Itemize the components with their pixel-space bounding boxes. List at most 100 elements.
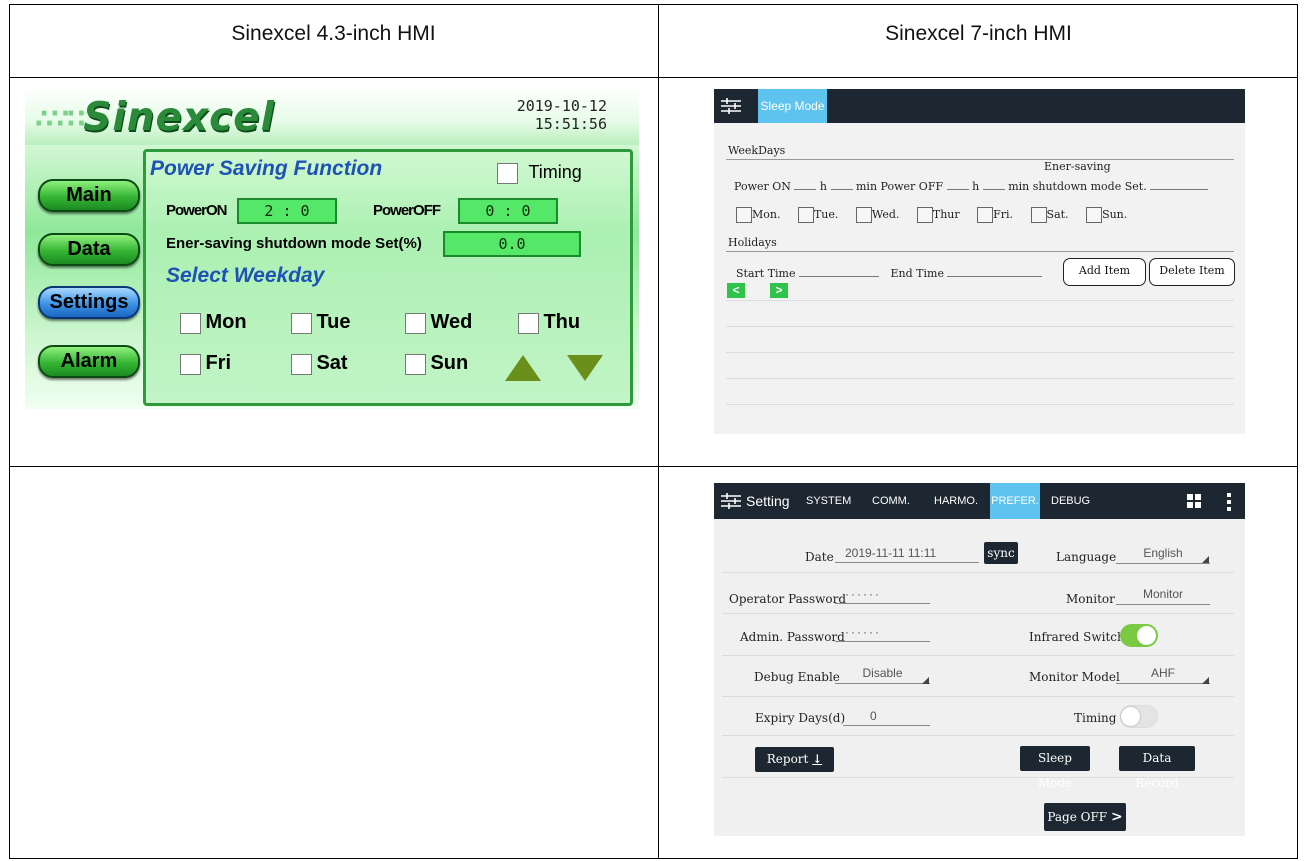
list-row-divider [726,300,1234,301]
start-time-input[interactable] [799,266,879,277]
day-checkbox[interactable] [1086,207,1103,223]
holiday-time-row: Start Time End Time [736,266,1043,280]
settings-sliders-icon[interactable] [720,491,742,511]
tab-debug[interactable]: DEBUG [1051,495,1090,507]
table-row-divider [9,466,1298,467]
debug-enable-dropdown[interactable]: Disable [835,664,930,684]
timing-checkbox[interactable] [497,163,518,185]
monitor-model-dropdown[interactable]: AHF [1116,664,1210,684]
day-checkbox[interactable] [405,354,426,376]
power-off-label: Power OFF [880,180,944,193]
day-fri[interactable]: Fri [180,352,231,376]
nav-alarm-button[interactable]: Alarm [38,345,140,378]
power-off-hour-input[interactable] [946,179,969,190]
hour-unit: h [819,180,827,193]
day-checkbox[interactable] [855,207,872,223]
day-checkbox[interactable] [291,354,312,376]
operator-password-label: Operator Password [729,592,847,606]
timing-toggle[interactable] [1120,705,1158,728]
day-sat[interactable]: Sat [291,352,348,376]
day-checkbox[interactable] [180,313,201,335]
day-checkbox[interactable] [180,354,201,376]
scroll-down-icon[interactable] [567,355,603,381]
add-item-button[interactable]: Add Item [1063,258,1146,286]
tab-system[interactable]: SYSTEM [806,495,851,507]
data-record-button[interactable]: Data Record [1119,746,1195,790]
settings-sliders-icon[interactable] [720,96,742,116]
timing-checkbox-wrap[interactable]: Timing [497,162,582,185]
grid-icon[interactable] [1187,494,1201,508]
expiry-days-input[interactable]: 0 [843,707,930,726]
holidays-divider [726,251,1234,252]
day-checkbox[interactable] [916,207,933,223]
day-thu[interactable]: Thu [518,311,580,335]
power-on-min-input[interactable] [830,179,853,190]
weekdays-label: WeekDays [728,144,786,157]
sleep-weekday-checkboxes: Mon. Tue. Wed. Thur Fri. Sat. Sun. [736,207,1127,223]
day-checkbox[interactable] [291,313,312,335]
report-button[interactable]: Report ↓ [755,747,834,772]
day-checkbox[interactable] [797,207,814,223]
tab-comm[interactable]: COMM. [872,495,910,507]
infrared-switch-toggle[interactable] [1120,624,1158,647]
more-vertical-icon[interactable] [1226,492,1232,512]
table-column-divider [658,4,659,859]
day-label: Sat [316,352,348,374]
list-row-divider [726,378,1234,379]
timing-label: Timing [1074,711,1117,725]
power-on-input[interactable]: 2 : 0 [237,198,337,224]
day-tue[interactable]: Tue [291,311,351,335]
day-checkbox[interactable] [518,313,539,335]
day-mon[interactable]: Mon [180,311,247,335]
dropdown-arrow-icon [1202,677,1209,684]
prev-page-button[interactable]: < [727,283,745,298]
day-label: Thur [932,208,960,221]
admin-password-input[interactable]: ······ [835,623,930,642]
delete-item-button[interactable]: Delete Item [1149,258,1235,286]
power-on-hour-input[interactable] [794,179,817,190]
weekdays-divider [726,159,1234,160]
shutdown-mode-label: Ener-saving shutdown mode Set(%) [166,235,422,252]
column-header-7-inch: Sinexcel 7-inch HMI [885,22,1072,45]
nav-data-button[interactable]: Data [38,233,140,266]
scroll-up-icon[interactable] [505,355,541,381]
operator-password-input[interactable]: ······ [835,585,930,604]
day-wed[interactable]: Wed [405,311,472,335]
hmi-4-3-screen: ∴∵∷Sinexcel 2019-10-12 15:51:56 Main Dat… [25,87,639,409]
monitor-model-label: Monitor Model [1029,670,1120,684]
day-checkbox[interactable] [405,313,426,335]
power-off-label: PowerOFF [373,202,441,219]
infrared-switch-label: Infrared Switch [1029,630,1125,644]
day-sun[interactable]: Sun [405,352,468,376]
row-divider [722,735,1234,736]
day-checkbox[interactable] [736,207,752,223]
hmi-time: 15:51:56 [534,115,607,133]
power-off-min-input[interactable] [982,179,1005,190]
language-dropdown[interactable]: English [1116,544,1210,564]
nav-settings-button[interactable]: Settings [38,286,140,319]
sync-button[interactable]: sync [984,542,1018,564]
page-off-button[interactable]: Page OFF > [1044,803,1126,831]
shutdown-set-input[interactable] [1150,179,1209,190]
list-row-divider [726,326,1234,327]
timing-label: Timing [528,162,582,182]
min-unit: min [856,180,878,193]
day-label: Sat. [1046,208,1069,221]
monitor-input[interactable]: Monitor [1116,585,1210,605]
tab-prefer[interactable]: PREFER. [990,483,1040,519]
toggle-knob [1137,626,1156,645]
sleep-mode-button[interactable]: Sleep Mode [1020,746,1090,790]
day-label: Mon. [752,208,781,221]
nav-main-button[interactable]: Main [38,179,140,212]
hour-unit: h [972,180,980,193]
end-time-input[interactable] [947,266,1043,277]
tab-harmo[interactable]: HARMO. [934,495,978,507]
shutdown-mode-input[interactable]: 0.0 [443,231,581,257]
tab-sleep-mode[interactable]: Sleep Mode [758,89,827,123]
day-checkbox[interactable] [977,207,994,223]
power-off-input[interactable]: 0 : 0 [458,198,558,224]
next-page-button[interactable]: > [770,283,788,298]
day-checkbox[interactable] [1030,207,1047,223]
day-label: Sun. [1102,208,1128,221]
date-input[interactable]: 2019-11-11 11:11 [835,544,979,563]
